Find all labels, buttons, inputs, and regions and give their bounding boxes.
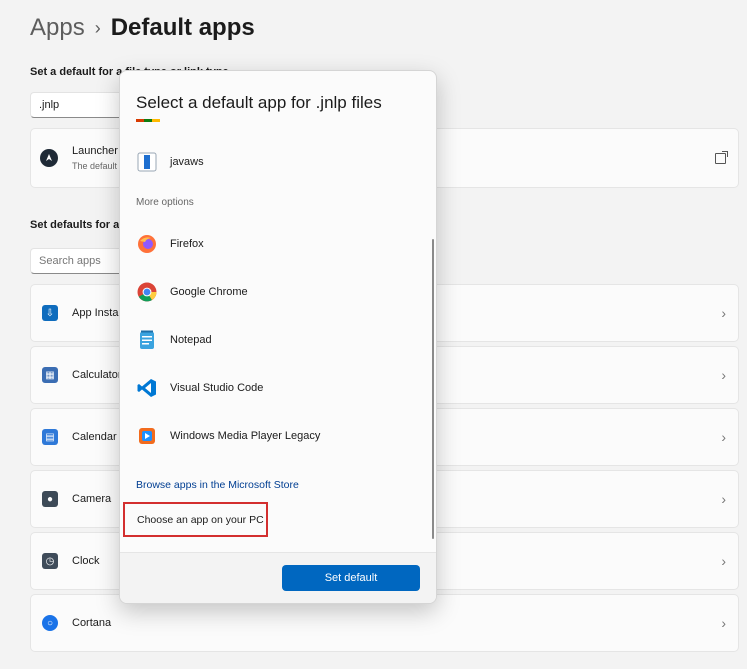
vscode-icon <box>136 377 158 399</box>
app-row-label: Camera <box>72 493 112 505</box>
option-javaws[interactable]: javaws <box>136 147 204 177</box>
scrolled-app-icon-stub <box>136 119 160 122</box>
page-title: Default apps <box>110 14 255 41</box>
calculator-icon: ▦ <box>42 367 58 383</box>
breadcrumb: Apps › Default apps <box>30 14 255 42</box>
option-label: Notepad <box>170 334 212 346</box>
dialog-scrollbar[interactable] <box>432 239 434 539</box>
cortana-icon: ○ <box>42 615 58 631</box>
camera-icon: ● <box>42 491 58 507</box>
option-label: Google Chrome <box>170 286 248 298</box>
media-player-icon <box>136 425 158 447</box>
more-options-label: More options <box>136 197 194 208</box>
choose-app-on-pc-link[interactable]: Choose an app on your PC <box>123 502 268 537</box>
dialog-title: Select a default app for .jnlp files <box>136 93 382 112</box>
app-row-label: App Install <box>72 307 124 319</box>
option-vscode[interactable]: Visual Studio Code <box>136 373 263 403</box>
chevron-right-icon: › <box>721 305 726 321</box>
breadcrumb-separator: › <box>94 17 101 38</box>
option-label: Firefox <box>170 238 204 250</box>
option-label: Windows Media Player Legacy <box>170 430 321 442</box>
breadcrumb-apps[interactable]: Apps <box>30 14 85 42</box>
notepad-icon <box>136 329 158 351</box>
launcher-title: Launcher f <box>72 145 124 157</box>
chevron-right-icon: › <box>721 367 726 383</box>
option-notepad[interactable]: Notepad <box>136 325 212 355</box>
app-row-label: Clock <box>72 555 100 567</box>
clock-icon: ◷ <box>42 553 58 569</box>
chevron-right-icon: › <box>721 429 726 445</box>
app-row-label: Calculator <box>72 369 122 381</box>
option-label: Visual Studio Code <box>170 382 264 394</box>
app-installer-icon: ⇩ <box>42 305 58 321</box>
chevron-right-icon: › <box>721 615 726 631</box>
dialog-footer: Set default <box>120 552 436 603</box>
chevron-right-icon: › <box>721 491 726 507</box>
option-media-player[interactable]: Windows Media Player Legacy <box>136 421 320 451</box>
launcher-icon <box>40 149 58 167</box>
calendar-icon: ▤ <box>42 429 58 445</box>
chrome-icon <box>136 281 158 303</box>
chevron-right-icon: › <box>721 553 726 569</box>
default-app-dialog: Select a default app for .jnlp files jav… <box>119 70 437 604</box>
browse-store-link[interactable]: Browse apps in the Microsoft Store <box>136 479 299 491</box>
option-label: javaws <box>170 156 204 168</box>
apps-defaults-label: Set defaults for app <box>30 219 133 231</box>
javaws-icon <box>136 151 158 173</box>
app-row-label: Calendar <box>72 431 117 443</box>
option-firefox[interactable]: Firefox <box>136 229 204 259</box>
launcher-subtitle: The default <box>72 161 118 171</box>
firefox-icon <box>136 233 158 255</box>
set-default-button[interactable]: Set default <box>282 565 420 591</box>
open-external-icon[interactable] <box>715 151 728 164</box>
option-chrome[interactable]: Google Chrome <box>136 277 248 307</box>
app-row-label: Cortana <box>72 617 112 629</box>
